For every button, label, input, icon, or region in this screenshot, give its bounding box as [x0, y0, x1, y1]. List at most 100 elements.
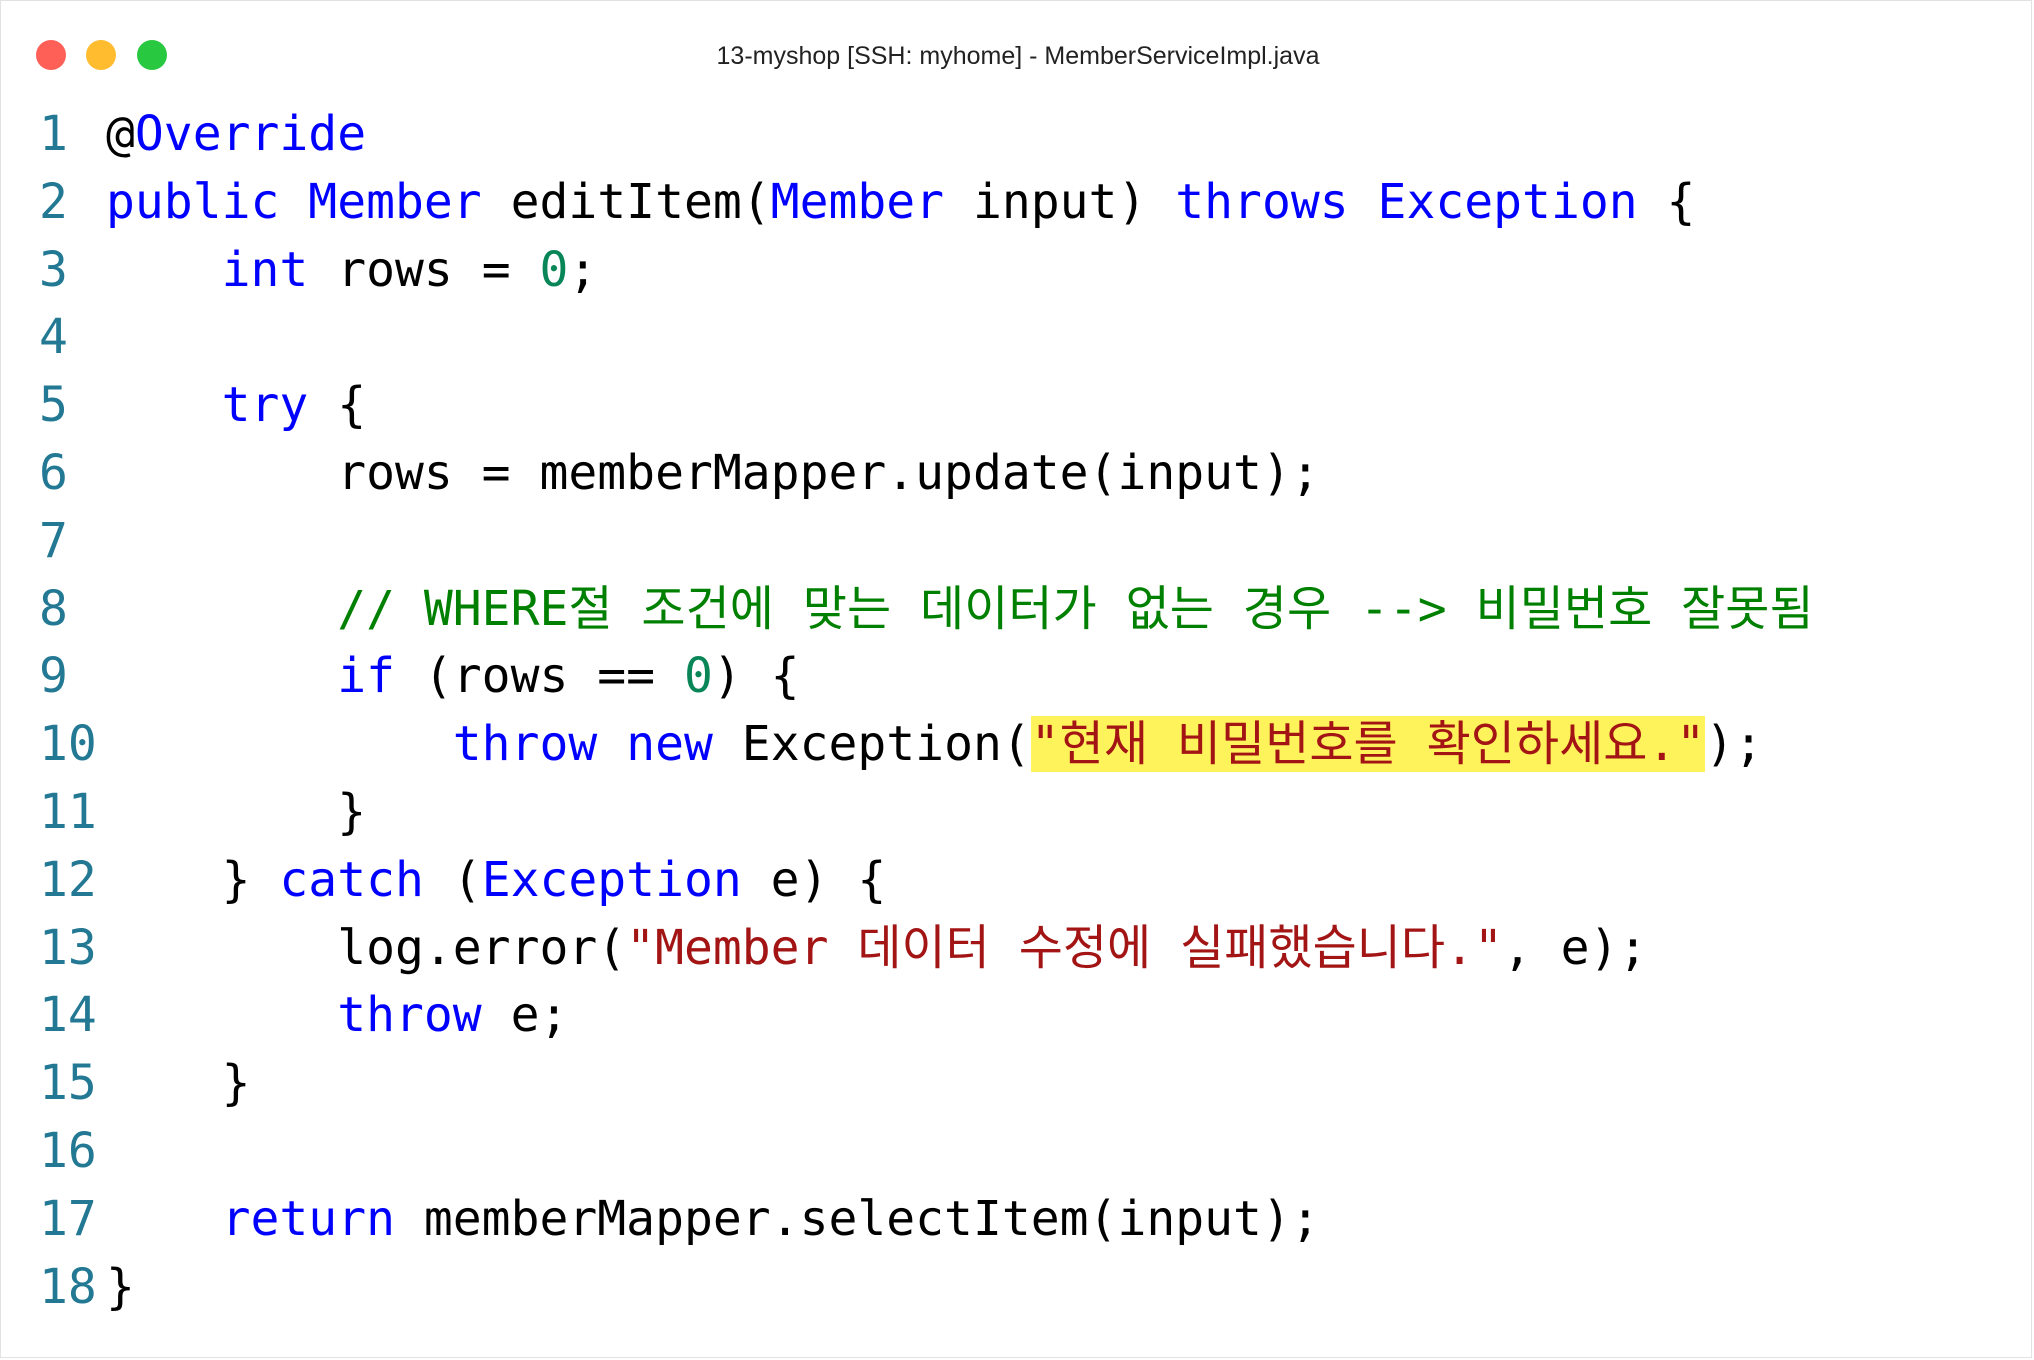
line-code: } [106, 1050, 251, 1118]
line-number: 18 [39, 1258, 97, 1315]
line-number: 3 [39, 241, 68, 298]
code-line: 14 throw e; [1, 982, 2034, 1050]
line-number: 13 [39, 919, 97, 976]
code-line: 6 rows = memberMapper.update(input); [1, 440, 2034, 508]
code-token: Member [770, 173, 945, 230]
code-token: ; [568, 241, 598, 298]
line-number: 17 [39, 1190, 97, 1247]
code-token: public [106, 173, 280, 230]
code-token: rows = memberMapper.update(input); [106, 444, 1320, 501]
line-number: 15 [39, 1055, 97, 1112]
code-line: 4 [1, 304, 2034, 372]
code-line: 8 // WHERE절 조건에 맞는 데이터가 없는 경우 --> 비밀번호 잘… [1, 576, 2034, 644]
code-token: log.error( [106, 919, 627, 976]
code-line: 11 } [1, 779, 2034, 847]
window-title: 13-myshop [SSH: myhome] - MemberServiceI… [716, 42, 1320, 70]
code-line: 10 throw new Exception("현재 비밀번호를 확인하세요."… [1, 711, 2034, 779]
code-line: 9 if (rows == 0) { [1, 643, 2034, 711]
line-code: @Override [106, 101, 366, 169]
code-line: 3 int rows = 0; [1, 237, 2034, 305]
code-token: throw [452, 716, 598, 773]
code-line: 13 log.error("Member 데이터 수정에 실패했습니다.", e… [1, 915, 2034, 983]
line-code: int rows = 0; [106, 237, 598, 305]
code-token: Override [134, 106, 367, 162]
line-code: throw new Exception("현재 비밀번호를 확인하세요."); [106, 711, 1763, 779]
line-number: 7 [39, 512, 68, 569]
line-code: if (rows == 0) { [106, 643, 800, 711]
code-token: e) { [741, 851, 887, 908]
line-code: rows = memberMapper.update(input); [106, 440, 1320, 508]
code-line: 12 } catch (Exception e) { [1, 847, 2034, 915]
code-token: new [626, 716, 713, 773]
code-token: ); [1705, 716, 1763, 773]
line-code: // WHERE절 조건에 맞는 데이터가 없는 경우 --> 비밀번호 잘못됨 [106, 576, 1814, 644]
code-token: input) [944, 173, 1176, 230]
line-number: 16 [39, 1122, 97, 1179]
code-token: Member [308, 173, 482, 230]
code-window: 13-myshop [SSH: myhome] - MemberServiceI… [0, 0, 2032, 1358]
code-token: throws [1175, 173, 1349, 230]
line-number: 11 [39, 783, 97, 840]
line-code: } [106, 1254, 135, 1322]
line-code: throw e; [106, 982, 568, 1050]
line-code: } catch (Exception e) { [106, 847, 887, 915]
code-token: } [106, 851, 280, 908]
code-token: @ [106, 106, 135, 162]
code-token: try [221, 377, 309, 434]
line-number: 2 [39, 173, 68, 230]
code-token: rows = [308, 241, 540, 298]
code-line: 1 @Override [1, 101, 2034, 169]
code-token: , e); [1502, 919, 1648, 976]
code-token: 0 [683, 648, 713, 705]
line-number: 10 [39, 716, 97, 773]
code-token: ( [423, 851, 482, 908]
code-line: 2 public Member editItem(Member input) th… [1, 169, 2034, 237]
code-token: "Member 데이터 수정에 실패했습니다." [626, 919, 1503, 976]
code-token: Exception [1377, 173, 1638, 230]
line-number: 6 [39, 444, 68, 501]
code-line: 7 [1, 508, 2034, 576]
code-token: return [221, 1190, 395, 1247]
code-line: 5 try { [1, 372, 2034, 440]
code-token: e; [481, 987, 569, 1044]
line-number: 8 [39, 580, 68, 637]
code-line: 18} [1, 1254, 2034, 1322]
code-token: ) { [712, 648, 800, 705]
code-token: } [106, 1055, 251, 1112]
code-line: 15 } [1, 1050, 2034, 1118]
code-token: throw [337, 987, 482, 1044]
code-line: 17 return memberMapper.selectItem(input)… [1, 1186, 2034, 1254]
line-code: try { [106, 372, 367, 440]
code-token: catch [279, 851, 424, 908]
code-token: memberMapper.selectItem(input); [394, 1190, 1320, 1247]
code-token: Exception( [712, 716, 1031, 773]
code-token: (rows == [394, 648, 684, 705]
code-token: if [337, 648, 395, 705]
line-number: 14 [39, 987, 97, 1044]
code-token: } [106, 783, 367, 840]
title-bar: 13-myshop [SSH: myhome] - MemberServiceI… [1, 1, 2034, 111]
code-token: editItem( [481, 173, 771, 230]
code-token: } [106, 1258, 135, 1315]
line-code: log.error("Member 데이터 수정에 실패했습니다.", e); [106, 915, 1647, 983]
code-token: Exception [481, 851, 742, 908]
code-token: { [1637, 173, 1696, 230]
line-number: 4 [39, 309, 68, 366]
line-number: 9 [39, 648, 68, 705]
highlighted-string-token: "현재 비밀번호를 확인하세요." [1030, 716, 1706, 773]
code-line: 16 [1, 1118, 2034, 1186]
code-token: // WHERE절 조건에 맞는 데이터가 없는 경우 --> 비밀번호 잘못됨 [337, 580, 1814, 637]
code-token: { [308, 377, 367, 434]
code-token: 0 [539, 241, 569, 298]
line-code: public Member editItem(Member input) thr… [106, 169, 1695, 237]
code-editor[interactable]: 1 @Override 2 public Member editItem(Member… [1, 101, 2034, 1321]
line-number: 5 [39, 377, 68, 434]
